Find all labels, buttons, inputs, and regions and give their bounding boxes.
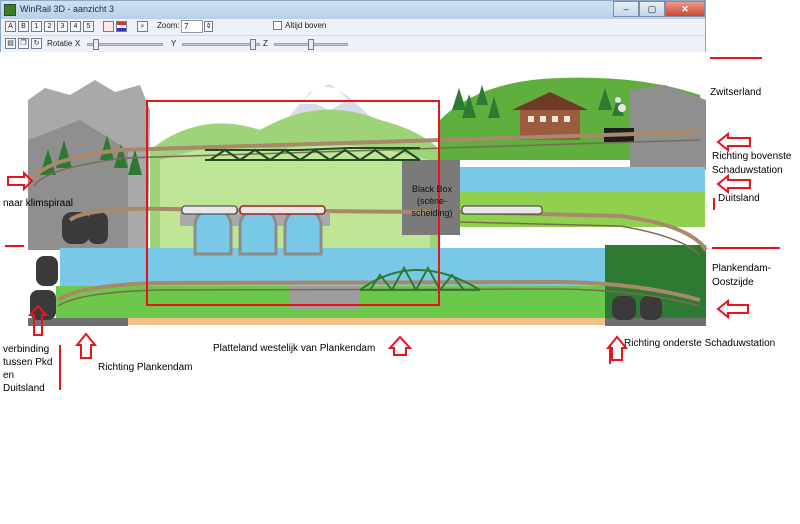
toolbar-button-2[interactable]: 2 [44, 21, 55, 32]
toolbar-button-a[interactable]: A [5, 21, 16, 32]
label-richting-onderste: Richting onderste Schaduwstation [624, 338, 776, 349]
always-on-top-checkbox[interactable] [273, 21, 282, 30]
label-verbinding-4: Duitsland [3, 383, 45, 394]
rotate-icon[interactable]: ↻ [31, 38, 42, 49]
close-button[interactable]: ✕ [665, 1, 705, 17]
label-plankendam-oost-1: Plankendam- [712, 263, 771, 274]
label-black-box-2: (scène- [416, 196, 447, 206]
copy-icon[interactable]: ❐ [18, 38, 29, 49]
toolbar-top: A B 1 2 3 4 5 ⌕ Zoom: 7 ⇕ Altijd boven [1, 19, 705, 35]
title-bar[interactable]: WinRail 3D - aanzicht 3 – ▢ ✕ [1, 1, 705, 19]
axis-x-label: X [75, 39, 81, 48]
toolbar-button-b[interactable]: B [18, 21, 29, 32]
toolbar-button-4[interactable]: 4 [70, 21, 81, 32]
app-window: WinRail 3D - aanzicht 3 – ▢ ✕ A B 1 2 3 … [0, 0, 706, 52]
rotation-z-thumb[interactable] [308, 39, 314, 50]
label-black-box-3: scheiding) [411, 208, 453, 218]
window-title: WinRail 3D - aanzicht 3 [20, 4, 115, 14]
toolbar-button-5[interactable]: 5 [83, 21, 94, 32]
rotation-x-slider[interactable] [87, 39, 163, 50]
label-duitsland: Duitsland [718, 193, 760, 204]
label-zwitserland: Zwitserland [710, 87, 762, 98]
zoom-input[interactable]: 7 [181, 20, 203, 33]
rotation-y-slider[interactable] [182, 39, 260, 50]
axis-z-label: Z [263, 39, 268, 48]
label-verbinding-3: en [3, 370, 15, 381]
layout-illustration [5, 57, 780, 390]
flag-icon[interactable] [116, 21, 127, 32]
print-icon[interactable]: ▤ [5, 38, 16, 49]
label-verbinding-2: tussen Pkd [3, 357, 53, 368]
toolbar-button-1[interactable]: 1 [31, 21, 42, 32]
axis-y-label: Y [171, 39, 177, 48]
label-verbinding-1: verbinding [3, 344, 50, 355]
always-on-top-label: Altijd boven [285, 21, 327, 30]
minimize-button[interactable]: – [613, 1, 639, 17]
zoom-label: Zoom: [157, 21, 180, 30]
label-platteland: Platteland westelijk van Plankendam [213, 343, 376, 354]
rotation-z-slider[interactable] [274, 39, 348, 50]
rotation-label: Rotatie [47, 39, 73, 48]
red-tool-icon[interactable] [103, 21, 114, 32]
rotation-y-thumb[interactable] [250, 39, 256, 50]
zoom-spinner[interactable]: ⇕ [204, 21, 213, 32]
maximize-button[interactable]: ▢ [639, 1, 665, 17]
rotation-x-thumb[interactable] [93, 39, 99, 50]
label-naar-klimspiraal: naar klimspiraal [3, 198, 74, 209]
label-richting-plankendam: Richting Plankendam [98, 362, 193, 373]
magnifier-icon[interactable]: ⌕ [137, 21, 148, 32]
label-black-box-1: Black Box [411, 184, 453, 194]
label-black-box: Black Box (scène- scheiding) [404, 183, 460, 219]
toolbar-bottom: ▤ ❐ ↻ Rotatie X Y Z [1, 35, 705, 52]
label-plankendam-oost-2: Oostzijde [712, 277, 754, 288]
app-icon [4, 4, 16, 16]
label-richting-bovenste-1: Richting bovenste [712, 151, 792, 162]
label-richting-bovenste-2: Schaduwstation [712, 165, 783, 176]
toolbar-button-3[interactable]: 3 [57, 21, 68, 32]
